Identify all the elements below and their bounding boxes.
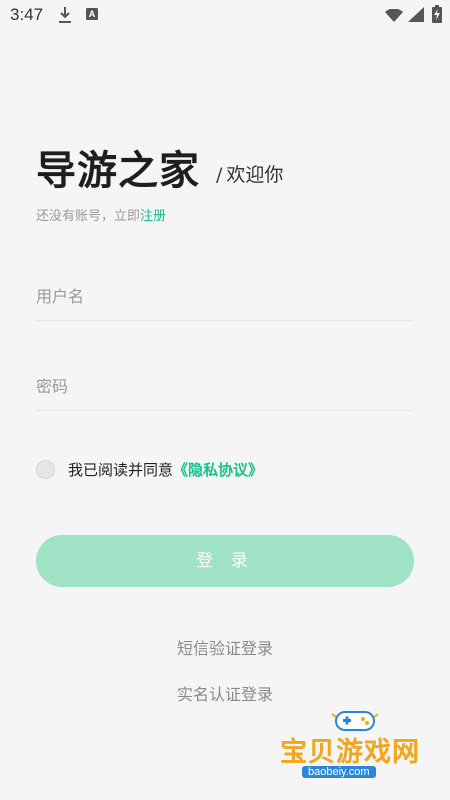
- welcome-subtitle: / 欢迎你: [216, 160, 283, 187]
- status-bar: 3:47 A: [0, 0, 450, 30]
- register-prompt: 还没有账号，立即注册: [36, 205, 166, 224]
- username-input[interactable]: [36, 272, 414, 321]
- sms-login-link[interactable]: 短信验证登录: [0, 635, 450, 659]
- agree-checkbox[interactable]: [36, 460, 55, 479]
- page-title: 导游之家: [36, 147, 200, 194]
- agreement-label: 我已阅读并同意: [68, 461, 174, 479]
- title-separator: /: [216, 164, 223, 186]
- privacy-link[interactable]: 《隐私协议》: [173, 461, 263, 479]
- signal-icon: [408, 7, 424, 26]
- watermark-text: 宝贝游戏网: [280, 737, 420, 768]
- watermark: 宝贝游戏网 baobeiy.com: [270, 700, 440, 796]
- welcome-text: 欢迎你: [226, 164, 284, 186]
- agreement-text: 我已阅读并同意《隐私协议》: [68, 459, 263, 480]
- battery-charging-icon: [432, 5, 442, 27]
- app-a-icon: A: [86, 8, 98, 20]
- register-prompt-text: 还没有账号，立即: [36, 209, 141, 224]
- wifi-icon: [385, 8, 403, 27]
- status-time: 3:47: [10, 5, 44, 24]
- download-icon: [58, 6, 72, 28]
- password-input[interactable]: [36, 362, 414, 411]
- login-button[interactable]: 登 录: [36, 535, 414, 587]
- watermark-url: baobeiy.com: [302, 766, 376, 778]
- register-link[interactable]: 注册: [140, 209, 166, 224]
